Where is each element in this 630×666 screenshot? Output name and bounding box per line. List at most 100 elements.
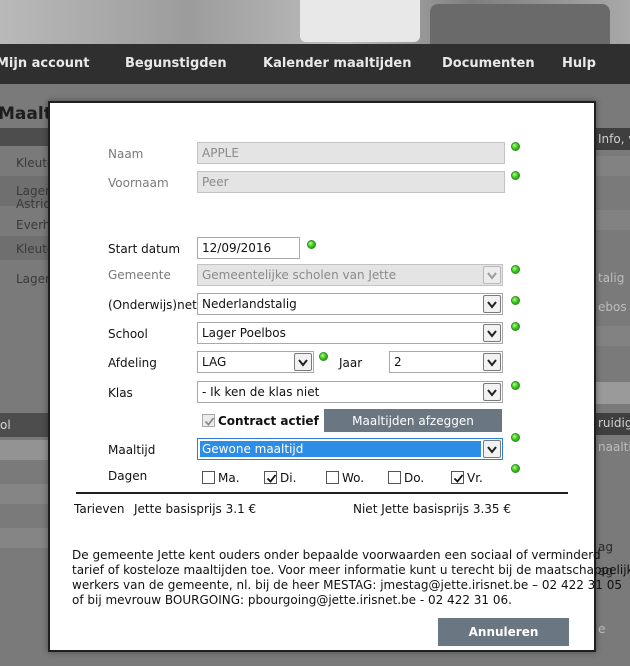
status-dot-icon: [319, 352, 328, 361]
dagen-label: Dagen: [108, 469, 148, 483]
maaltijden-afzeggen-button[interactable]: Maaltijden afzeggen: [324, 409, 502, 432]
contract-actief-label: Contract actief: [218, 414, 319, 428]
school-select[interactable]: Lager Poelbos: [197, 322, 503, 344]
afdeling-select[interactable]: LAG: [197, 351, 314, 373]
info-line: De gemeente Jette kent ouders onder bepa…: [72, 548, 601, 562]
klas-value: - Ik ken de klas niet: [202, 385, 320, 399]
tarief-niet-jette: Niet Jette basisprijs 3.35 €: [353, 502, 512, 516]
status-dot-icon: [511, 322, 520, 331]
table-row: [0, 440, 50, 460]
day-checkbox-do[interactable]: [388, 471, 401, 484]
info-line: tarief of kosteloze maaltijden toe. Voor…: [72, 563, 630, 577]
status-dot-icon: [511, 381, 520, 390]
nav-hulp[interactable]: Hulp: [562, 56, 596, 71]
chevron-down-icon: [483, 295, 501, 313]
gemeente-select: Gemeentelijke scholen van Jette: [197, 264, 503, 286]
maaltijd-select[interactable]: Gewone maaltijd: [197, 438, 503, 460]
header-banner-image: [0, 0, 630, 44]
net-label: (Onderwijs)net: [108, 298, 197, 312]
list-item: Lager: [16, 184, 50, 198]
tarief-jette: Jette basisprijs 3.1 €: [134, 502, 257, 516]
chevron-down-icon: [483, 383, 501, 401]
status-dot-icon: [511, 296, 520, 305]
school-label: School: [108, 327, 148, 341]
status-dot-icon: [511, 265, 520, 274]
info-text: De gemeente Jette kent ouders onder bepa…: [72, 548, 630, 608]
klas-select[interactable]: - Ik ken de klas niet: [197, 381, 503, 403]
day-label-di: Di.: [280, 471, 297, 485]
nav-begunstigden[interactable]: Begunstigden: [125, 56, 227, 71]
nav-documenten[interactable]: Documenten: [442, 56, 535, 71]
status-dot-icon: [511, 142, 520, 151]
school-value: Lager Poelbos: [202, 326, 286, 340]
day-label-ma: Ma.: [218, 471, 240, 485]
klas-label: Klas: [108, 386, 133, 400]
contract-actief-checkbox: [202, 414, 215, 427]
list-item: Lager: [16, 272, 50, 286]
checkmark-icon: [453, 474, 464, 483]
day-label-do: Do.: [404, 471, 425, 485]
net-select[interactable]: Nederlandstalig: [197, 293, 503, 315]
chevron-down-icon: [483, 440, 501, 458]
chevron-down-icon: [483, 324, 501, 342]
right-col-text: naaltijd: [598, 440, 630, 454]
right-col-text: Info, v: [598, 132, 630, 146]
voornaam-label: Voornaam: [108, 176, 169, 190]
info-line: werkers van de gemeente, nl. bij de heer…: [72, 578, 623, 592]
right-col-text: ebos: [598, 300, 627, 314]
table-header: [0, 128, 50, 146]
annuleren-button[interactable]: Annuleren: [438, 618, 569, 646]
right-col-cell: [596, 382, 630, 404]
day-checkbox-ma[interactable]: [202, 471, 215, 484]
checkmark-icon: [266, 474, 277, 483]
chevron-down-icon: [294, 353, 312, 371]
right-col-text: ruidige: [598, 416, 630, 430]
banner-truck-shape-2: [430, 4, 610, 44]
right-col-cell: [596, 326, 630, 346]
naam-label: Naam: [108, 147, 144, 161]
tarieven-label: Tarieven: [74, 502, 125, 516]
maaltijd-label: Maaltijd: [108, 443, 156, 457]
gemeente-label: Gemeente: [108, 268, 171, 282]
table-header-label: ol: [0, 418, 11, 432]
nav-mijn-account[interactable]: Mijn account: [0, 56, 89, 71]
voornaam-field: Peer: [197, 171, 505, 193]
day-checkbox-di[interactable]: [264, 471, 277, 484]
day-label-vr: Vr.: [467, 471, 483, 485]
main-nav: Mijn account Begunstigden Kalender maalt…: [0, 44, 630, 84]
list-item: Astrid: [16, 197, 52, 211]
table-row: [0, 528, 50, 548]
jaar-label: Jaar: [339, 356, 363, 370]
status-dot-icon: [307, 240, 316, 249]
nav-kalender-maaltijden[interactable]: Kalender maaltijden: [263, 56, 411, 71]
maaltijd-value: Gewone maaltijd: [200, 441, 481, 457]
start-datum-input[interactable]: 12/09/2016: [197, 237, 300, 259]
status-dot-icon: [511, 464, 520, 473]
right-col-cell: [596, 210, 630, 230]
day-checkbox-vr[interactable]: [451, 471, 464, 484]
day-checkbox-wo[interactable]: [326, 471, 339, 484]
right-col-cell: [596, 156, 630, 176]
jaar-value: 2: [394, 355, 402, 369]
table-row: [0, 484, 50, 504]
afdeling-label: Afdeling: [108, 356, 157, 370]
status-dot-icon: [511, 433, 520, 442]
right-col-text: e: [598, 622, 606, 636]
banner-truck-shape: [300, 0, 420, 42]
jaar-select[interactable]: 2: [389, 351, 503, 373]
afdeling-value: LAG: [202, 355, 227, 369]
start-datum-label: Start datum: [108, 242, 181, 256]
status-dot-icon: [511, 171, 520, 180]
info-line: of bij mevrouw BOURGOING: pbourgoing@jet…: [72, 593, 512, 607]
naam-field: APPLE: [197, 142, 505, 164]
checkmark-icon: [204, 417, 215, 426]
list-item: Everh: [16, 218, 51, 232]
net-value: Nederlandstalig: [202, 297, 297, 311]
chevron-down-icon: [483, 266, 501, 284]
divider: [76, 492, 568, 494]
meal-registration-dialog: Naam APPLE Voornaam Peer Start datum 12/…: [48, 101, 630, 652]
day-label-wo: Wo.: [342, 471, 365, 485]
right-col-text: talig: [598, 271, 625, 285]
gemeente-value: Gemeentelijke scholen van Jette: [202, 268, 397, 282]
chevron-down-icon: [483, 353, 501, 371]
